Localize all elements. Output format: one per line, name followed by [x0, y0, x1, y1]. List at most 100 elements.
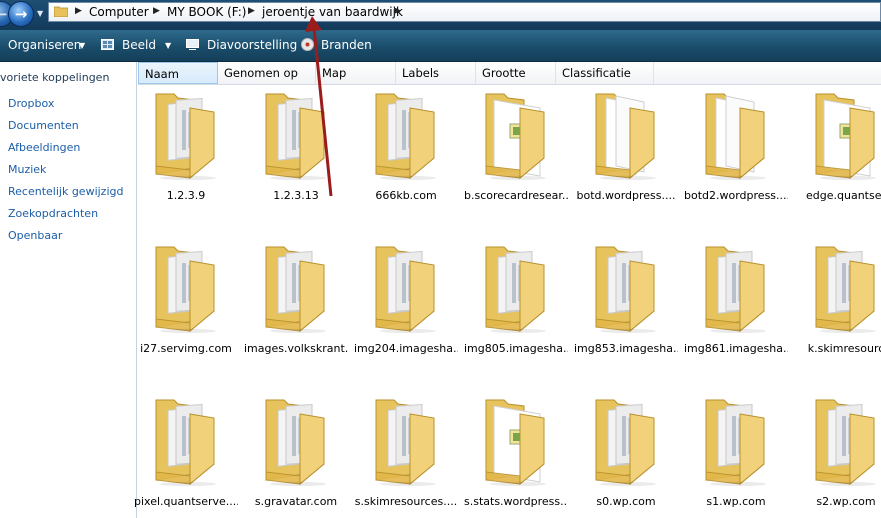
folder-item[interactable]: s.gravatar.com	[244, 394, 348, 514]
folder-label: 1.2.3.13	[273, 189, 319, 202]
sidebar-item-public[interactable]: Openbaar	[8, 229, 62, 243]
folder-label: s.gravatar.com	[254, 495, 338, 508]
sidebar-item-searches[interactable]: Zoekopdrachten	[8, 207, 98, 221]
column-header-row: Naam Genomen op Map Labels Grootte Class…	[138, 62, 881, 85]
folder-label: 1.2.3.9	[166, 189, 206, 202]
address-bar-area: ← → ▼ ▶ Computer ▶ MY BOOK (F:) ▶ jeroen…	[0, 0, 881, 30]
folder-icon	[705, 399, 766, 486]
folder-item[interactable]: s.skimresources....	[354, 394, 458, 514]
folder-icon	[815, 399, 876, 486]
folder-icon	[265, 93, 326, 180]
folder-item[interactable]: s.stats.wordpress....	[464, 394, 568, 514]
folder-label: s.skimresources....	[354, 495, 458, 508]
folder-label: s.stats.wordpress....	[464, 495, 568, 508]
folder-label: b.scorecardresear...	[464, 189, 568, 202]
folder-item[interactable]: img861.imagesha...	[684, 241, 788, 361]
folder-label: img861.imagesha...	[684, 342, 788, 355]
command-toolbar: Organiseren ▼ Beeld ▼ Diavoorstelling Br…	[0, 30, 881, 62]
folder-item[interactable]: 1.2.3.13	[244, 88, 348, 208]
column-date-taken[interactable]: Genomen op	[218, 62, 316, 84]
folder-icon	[815, 246, 876, 333]
folder-item[interactable]: 666kb.com	[354, 88, 458, 208]
folder-icon	[485, 246, 546, 333]
folder-icon	[54, 6, 68, 17]
folder-label: s0.wp.com	[596, 495, 656, 508]
folder-label: k.skimresourc	[807, 342, 881, 355]
sidebar-item-documents[interactable]: Documenten	[8, 119, 79, 133]
folder-icon	[595, 93, 656, 180]
view-icon	[101, 39, 114, 50]
folder-item[interactable]: pixel.quantserve....	[134, 394, 238, 514]
folder-label: s1.wp.com	[706, 495, 766, 508]
folder-icon	[265, 399, 326, 486]
folder-label: 666kb.com	[375, 189, 437, 202]
folder-icon	[485, 93, 546, 180]
folder-icon	[155, 93, 216, 180]
folder-item[interactable]: img805.imagesha...	[464, 241, 568, 361]
breadcrumb-separator-icon[interactable]: ▶	[153, 6, 160, 16]
folder-label: images.volkskrant...	[244, 342, 348, 355]
folder-item[interactable]: img204.imagesha...	[354, 241, 458, 361]
folder-label: pixel.quantserve....	[134, 495, 238, 508]
sidebar-item-recently-changed[interactable]: Recentelijk gewijzigd	[8, 185, 123, 199]
folder-label: img204.imagesha...	[354, 342, 458, 355]
column-name[interactable]: Naam	[138, 62, 218, 84]
folder-item[interactable]: botd.wordpress....	[574, 88, 678, 208]
folder-icon	[265, 246, 326, 333]
folder-icon	[375, 93, 436, 180]
recent-pages-dropdown-icon[interactable]: ▼	[37, 9, 43, 18]
folder-icon	[705, 246, 766, 333]
folder-item[interactable]: k.skimresourc	[794, 241, 881, 361]
column-folder[interactable]: Map	[316, 62, 396, 84]
folder-item[interactable]: botd2.wordpress....	[684, 88, 788, 208]
slideshow-icon	[186, 39, 199, 50]
sidebar-item-dropbox[interactable]: Dropbox	[8, 97, 54, 111]
folder-icon	[155, 399, 216, 486]
folder-item[interactable]: s0.wp.com	[574, 394, 678, 514]
folder-item[interactable]: s2.wp.com	[794, 394, 881, 514]
folder-item[interactable]: b.scorecardresear...	[464, 88, 568, 208]
folder-item[interactable]: images.volkskrant...	[244, 241, 348, 361]
forward-button[interactable]: →	[8, 1, 34, 27]
folder-item[interactable]: edge.quantser	[794, 88, 881, 208]
folder-item[interactable]: img853.imagesha...	[574, 241, 678, 361]
folder-label: img853.imagesha...	[574, 342, 678, 355]
folder-item[interactable]: s1.wp.com	[684, 394, 788, 514]
folder-item[interactable]: i27.servimg.com	[134, 241, 238, 361]
breadcrumb-separator-icon[interactable]: ▶	[75, 6, 82, 16]
address-bar[interactable]: ▶ Computer ▶ MY BOOK (F:) ▶ jeroentje va…	[48, 2, 881, 22]
folder-label: s2.wp.com	[816, 495, 876, 508]
folder-icon	[815, 93, 876, 180]
organize-button[interactable]: Organiseren	[8, 38, 81, 53]
sidebar-item-pictures[interactable]: Afbeeldingen	[8, 141, 80, 155]
breadcrumb-current-folder[interactable]: jeroentje van baardwijk	[262, 5, 403, 19]
folder-icon	[595, 246, 656, 333]
slideshow-button[interactable]: Diavoorstelling	[207, 38, 297, 53]
column-size[interactable]: Grootte	[476, 62, 556, 84]
folder-icon	[155, 246, 216, 333]
navigation-pane: voriete koppelingen Dropbox Documenten A…	[0, 62, 137, 518]
folder-label: img805.imagesha...	[464, 342, 568, 355]
sidebar-item-music[interactable]: Muziek	[8, 163, 46, 177]
burn-button[interactable]: Branden	[321, 38, 372, 53]
breadcrumb-drive[interactable]: MY BOOK (F:)	[167, 5, 246, 19]
folder-label: botd.wordpress....	[576, 189, 676, 202]
column-labels[interactable]: Labels	[396, 62, 476, 84]
arrow-left-icon: ←	[0, 5, 8, 23]
burn-disc-icon	[301, 38, 314, 51]
folder-icon	[375, 246, 436, 333]
breadcrumb-computer[interactable]: Computer	[89, 5, 149, 19]
breadcrumb-separator-icon[interactable]: ▶	[248, 6, 255, 16]
view-button[interactable]: Beeld	[122, 38, 156, 53]
column-rating[interactable]: Classificatie	[556, 62, 654, 84]
chevron-down-icon[interactable]: ▼	[79, 41, 85, 50]
chevron-down-icon[interactable]: ▼	[165, 41, 171, 50]
folder-icon	[595, 399, 656, 486]
folder-label: botd2.wordpress....	[684, 189, 788, 202]
folder-icon	[375, 399, 436, 486]
arrow-right-icon: →	[14, 5, 28, 23]
folder-item[interactable]: 1.2.3.9	[134, 88, 238, 208]
folder-icon	[485, 399, 546, 486]
folder-icon	[705, 93, 766, 180]
breadcrumb-separator-icon[interactable]: ▶	[394, 6, 401, 16]
